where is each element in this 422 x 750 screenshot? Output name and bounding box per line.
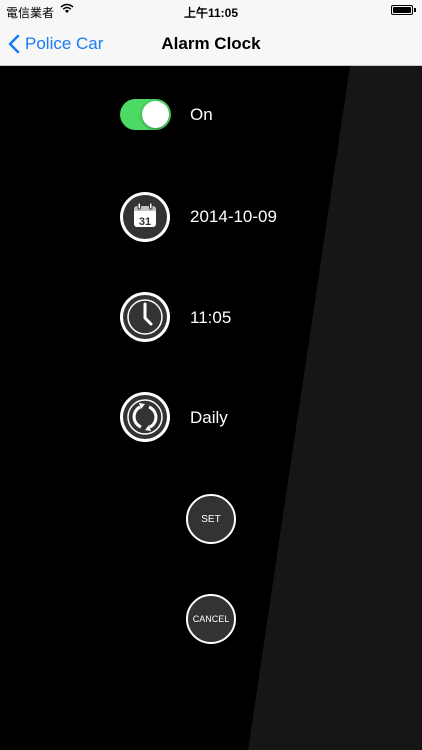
set-button[interactable]: SET — [186, 494, 236, 544]
toggle-knob — [142, 101, 169, 128]
alarm-settings-panel: On 31 2014-10-09 11:05 Daily SET CANCEL — [0, 66, 422, 750]
repeat-label[interactable]: Daily — [190, 408, 228, 428]
toggle-label: On — [190, 105, 213, 124]
calendar-day: 31 — [139, 216, 151, 228]
status-time: 上午11:05 — [183, 6, 239, 20]
cancel-button-label: CANCEL — [192, 614, 230, 624]
alarm-time[interactable]: 11:05 — [190, 308, 231, 328]
cancel-button[interactable]: CANCEL — [186, 594, 236, 644]
alarm-toggle[interactable] — [120, 99, 171, 130]
navigation-bar: Police Car Alarm Clock — [0, 22, 422, 66]
calendar-icon[interactable]: 31 — [120, 192, 170, 242]
set-button-label: SET — [201, 513, 221, 525]
alarm-date[interactable]: 2014-10-09 — [190, 207, 277, 227]
status-bar: 電信業者 上午11:05 — [0, 0, 422, 22]
page-title: Alarm Clock — [161, 34, 261, 53]
clock-icon[interactable] — [120, 292, 170, 342]
repeat-icon[interactable] — [120, 392, 170, 442]
battery-icon — [391, 5, 416, 15]
